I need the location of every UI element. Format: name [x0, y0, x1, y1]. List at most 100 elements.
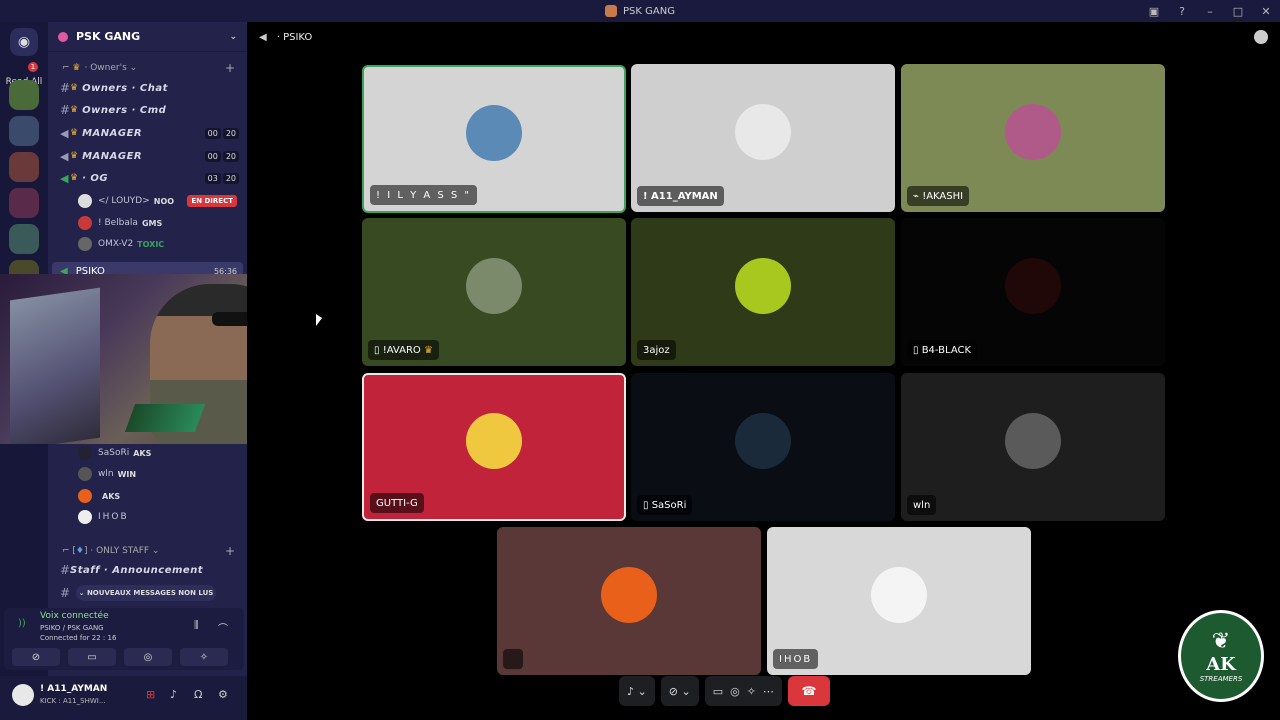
disconnect-icon[interactable]: ⌒: [218, 620, 228, 635]
participant-tile[interactable]: 3ajoz: [631, 218, 895, 366]
user-name[interactable]: ! A11_AYMAN: [40, 684, 107, 694]
server-icon-5[interactable]: [9, 224, 39, 254]
server-icon-3[interactable]: [9, 152, 39, 182]
microphone-icon[interactable]: ♪: [170, 688, 177, 701]
participant-name: [503, 649, 523, 669]
channel-staff-announcement[interactable]: # Staff · Announcement: [48, 560, 247, 580]
inbox-icon[interactable]: ▣: [1140, 5, 1168, 18]
channel-label: · OG: [82, 172, 109, 184]
participant-tile[interactable]: ▯ B4-BLACK: [901, 218, 1165, 366]
participant-tile[interactable]: GUTTI-G: [362, 373, 626, 521]
voice-channel-manager-2[interactable]: ◀ ♛ MANAGER 00 20: [48, 146, 247, 166]
hash-icon: #: [60, 563, 71, 577]
close-button[interactable]: ✕: [1252, 5, 1280, 18]
phone-hangup-icon: ☎: [801, 684, 817, 698]
screen-share-button[interactable]: ▭ ◎ ✧ ⋯: [704, 676, 782, 706]
noise-suppression-icon[interactable]: ⫼: [194, 620, 199, 631]
server-icon-1[interactable]: [9, 80, 39, 110]
gear-icon[interactable]: ⚙: [218, 688, 228, 701]
user-panel: ! A11_AYMAN KICK : A11_SHWI... ⊞ ♪ Ω ⚙: [0, 676, 247, 720]
camera-button[interactable]: ⊘ ⌄: [660, 676, 699, 706]
voice-user[interactable]: wln WIN: [48, 464, 247, 484]
category-only-staff[interactable]: ⌐ [♦] · ONLY STAFF ⌄ +: [48, 541, 247, 561]
more-icon: ⋯: [762, 684, 774, 698]
participant-tile[interactable]: IHOB: [767, 527, 1031, 675]
soundboard-button[interactable]: ✧: [180, 648, 228, 666]
camera-off-icon: ⊘: [668, 684, 678, 698]
channel-owners-cmd[interactable]: # ♛ Owners · Cmd: [48, 100, 247, 120]
voice-connected-panel: )) Voix connectée PSIKO / PSK GANG Conne…: [4, 608, 244, 670]
voice-user[interactable]: SaSoRi AKS: [48, 443, 247, 463]
unread-messages-pill[interactable]: ⌄ NOUVEAUX MESSAGES NON LUS: [76, 585, 216, 601]
avatar: [78, 194, 92, 208]
participant-name: GUTTI-G: [370, 493, 424, 513]
minimize-button[interactable]: –: [1196, 5, 1224, 18]
speaker-icon: ◀: [259, 31, 267, 43]
hash-icon: #: [60, 103, 71, 117]
add-channel-icon[interactable]: +: [225, 61, 235, 75]
participant-tile[interactable]: ▯ SaSoRi: [631, 373, 895, 521]
shield-icon: ♦: [75, 546, 84, 556]
chevron-down-icon: ⌄: [78, 589, 87, 597]
main-header: ◀ · PSIKO: [247, 22, 1280, 52]
server-header[interactable]: PSK GANG ⌄: [48, 22, 247, 52]
mute-button[interactable]: ♪ ⌄: [619, 676, 655, 706]
headphones-icon[interactable]: Ω: [194, 688, 202, 701]
avatar: [735, 258, 791, 314]
participant-tile[interactable]: ⌁ !AKASHI: [901, 64, 1165, 212]
camera-off-button[interactable]: ⊘: [12, 648, 60, 666]
chat-icon[interactable]: [1254, 30, 1268, 44]
server-icon-2[interactable]: [9, 116, 39, 146]
speaker-icon: ◀: [60, 149, 69, 163]
avatar: [1005, 413, 1061, 469]
voice-location[interactable]: PSIKO / PSK GANG: [40, 624, 104, 632]
channel-label: Owners · Cmd: [82, 104, 167, 116]
voice-user[interactable]: IHOB: [48, 507, 247, 527]
disconnect-button[interactable]: ☎: [787, 676, 830, 706]
chevron-down-icon: ⌄: [637, 684, 647, 698]
participant-tile[interactable]: ▯ !AVARO ♛: [362, 218, 626, 366]
channel-label: MANAGER: [82, 150, 143, 162]
channel-owners-chat[interactable]: # ♛ Owners · Chat: [48, 78, 247, 98]
category-owners[interactable]: ⌐ ♛ · Owner's ⌄ +: [48, 58, 247, 78]
maximize-button[interactable]: □: [1224, 5, 1252, 18]
soundboard-icon: ✧: [746, 684, 756, 698]
add-channel-icon[interactable]: +: [225, 544, 235, 558]
participant-tile[interactable]: wln: [901, 373, 1165, 521]
voice-user[interactable]: OMX-V2 TOXIC: [48, 234, 247, 254]
voice-user[interactable]: AKS: [48, 486, 247, 506]
user-count: 03 20: [204, 172, 239, 184]
user-status: KICK : A11_SHWI...: [40, 697, 106, 705]
game-icon[interactable]: ⊞: [146, 688, 155, 701]
voice-stage: ◀ · PSIKO ! I L Y A S S " ! A11_AYMAN ⌁ …: [247, 22, 1280, 720]
screen-share-icon: ▭: [712, 684, 724, 698]
voice-user[interactable]: </ LOUYD> NOO EN DIRECT: [48, 191, 247, 211]
help-icon[interactable]: ?: [1168, 5, 1196, 18]
participant-tile[interactable]: ! I L Y A S S ": [362, 65, 626, 213]
server-icon-4[interactable]: [9, 188, 39, 218]
hash-icon: #: [60, 81, 71, 95]
voice-channel-og[interactable]: ◀ ♛ · OG 03 20: [48, 168, 247, 188]
avatar: [78, 237, 92, 251]
home-button[interactable]: ◉: [10, 28, 38, 56]
screen-share-button[interactable]: ▭: [68, 648, 116, 666]
server-dot-icon: [58, 31, 68, 42]
eagle-icon: ❦: [1211, 629, 1231, 654]
participant-name: wln: [907, 495, 937, 515]
title-bar: PSK GANG ▣ ? – □ ✕: [0, 0, 1280, 22]
activity-button[interactable]: ◎: [124, 648, 172, 666]
ak-streamers-logo: ❦ AK STREAMERS: [1178, 610, 1264, 702]
user-count: 00 20: [204, 127, 239, 139]
voice-user[interactable]: ! Belbala GMS: [48, 213, 247, 233]
channel-label: Owners · Chat: [82, 82, 168, 94]
avatar: [735, 413, 791, 469]
category-staff-label: ONLY STAFF: [96, 546, 150, 556]
voice-channel-manager-1[interactable]: ◀ ♛ MANAGER 00 20: [48, 123, 247, 143]
avatar: [78, 216, 92, 230]
avatar[interactable]: [12, 684, 34, 706]
avatar: [601, 567, 657, 623]
participant-tile[interactable]: [497, 527, 761, 675]
voice-status: Voix connectée: [40, 611, 109, 621]
speaker-icon: ◀: [60, 126, 69, 140]
participant-tile[interactable]: ! A11_AYMAN: [631, 64, 895, 212]
